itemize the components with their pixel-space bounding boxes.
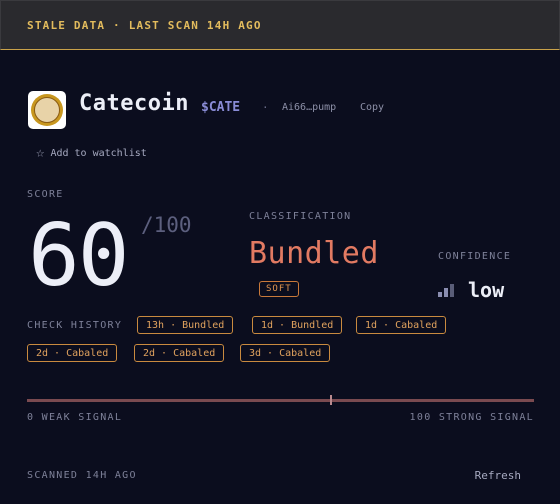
score-label: SCORE xyxy=(27,189,64,200)
score-max: /100 xyxy=(141,213,192,237)
confidence-label: CONFIDENCE xyxy=(438,251,512,262)
scanned-time: SCANNED 14H AGO xyxy=(27,470,137,481)
history-chip[interactable]: 13h · Bundled xyxy=(137,316,234,334)
star-outline-icon: ☆ xyxy=(36,145,45,161)
signal-bars-icon xyxy=(438,282,458,297)
header-separator: · xyxy=(262,101,269,114)
watchlist-label: Add to watchlist xyxy=(50,147,147,159)
classification-value: Bundled xyxy=(249,236,379,271)
check-history-label: CHECK HISTORY xyxy=(27,320,123,331)
history-chip[interactable]: 1d · Bundled xyxy=(252,316,343,334)
stale-data-banner: STALE DATA · LAST SCAN 14H AGO xyxy=(0,0,560,50)
add-to-watchlist-button[interactable]: ☆ Add to watchlist xyxy=(36,146,147,160)
history-chip[interactable]: 1d · Cabaled xyxy=(356,316,447,334)
copy-address-button[interactable]: Copy xyxy=(360,102,384,113)
cat-coin-logo-icon xyxy=(28,91,66,129)
signal-meter-marker xyxy=(330,395,333,405)
meter-min-label: 0 WEAK SIGNAL xyxy=(27,412,123,423)
banner-text: STALE DATA · LAST SCAN 14H AGO xyxy=(27,19,262,32)
signal-meter-track xyxy=(27,399,534,402)
token-ticker: $CATE xyxy=(201,100,241,115)
classification-badge: SOFT xyxy=(259,281,299,297)
confidence-value: low xyxy=(468,278,505,302)
history-chip[interactable]: 2d · Cabaled xyxy=(134,344,225,362)
score-value: 60 xyxy=(28,206,130,306)
history-chip[interactable]: 3d · Cabaled xyxy=(240,344,331,362)
meter-max-label: 100 STRONG SIGNAL xyxy=(409,412,534,423)
token-address: Ai66…pump xyxy=(282,102,337,113)
refresh-button[interactable]: Refresh xyxy=(475,469,521,482)
token-name: Catecoin xyxy=(79,91,189,116)
classification-label: CLASSIFICATION xyxy=(249,211,352,222)
history-chip[interactable]: 2d · Cabaled xyxy=(27,344,118,362)
